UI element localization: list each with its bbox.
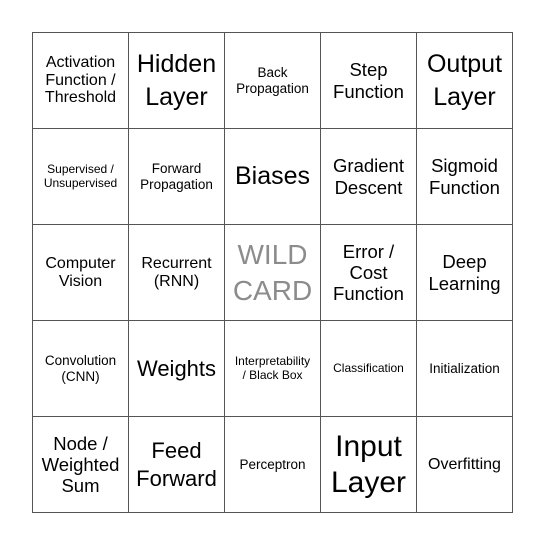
cell-text: Classification <box>333 360 404 375</box>
bingo-cell[interactable]: Biases <box>225 129 321 225</box>
cell-text: Recurrent (RNN) <box>141 254 212 290</box>
cell-text: Back Propagation <box>236 65 309 96</box>
bingo-cell[interactable]: Step Function <box>321 33 417 129</box>
bingo-cell[interactable]: Deep Learning <box>417 225 513 321</box>
wild-card-cell[interactable]: WILD CARD <box>225 225 321 321</box>
bingo-cell[interactable]: Perceptron <box>225 417 321 513</box>
cell-text: Convolution (CNN) <box>44 353 117 384</box>
cell-text: Feed Forward <box>136 438 217 491</box>
bingo-cell[interactable]: Forward Propagation <box>129 129 225 225</box>
cell-text: Forward Propagation <box>140 161 213 192</box>
bingo-cell[interactable]: Interpretability / Black Box <box>225 321 321 417</box>
cell-text: Computer Vision <box>45 254 116 290</box>
cell-text: Gradient Descent <box>333 155 404 198</box>
cell-text: Activation Function / Threshold <box>44 53 117 107</box>
cell-text: Overfitting <box>428 455 501 473</box>
bingo-cell[interactable]: Weights <box>129 321 225 417</box>
bingo-cell[interactable]: Recurrent (RNN) <box>129 225 225 321</box>
bingo-cell[interactable]: Initialization <box>417 321 513 417</box>
bingo-cell[interactable]: Output Layer <box>417 33 513 129</box>
cell-text: Output Layer <box>426 50 503 111</box>
cell-text: Sigmoid Function <box>429 155 500 198</box>
wild-card-text: WILD CARD <box>232 238 313 306</box>
bingo-cell[interactable]: Overfitting <box>417 417 513 513</box>
cell-text: Biases <box>234 162 311 191</box>
cell-text: Deep Learning <box>428 251 501 294</box>
bingo-cell[interactable]: Hidden Layer <box>129 33 225 129</box>
cell-text: Input Layer <box>330 429 407 499</box>
bingo-cell[interactable]: Computer Vision <box>33 225 129 321</box>
bingo-cell[interactable]: Classification <box>321 321 417 417</box>
cell-text: Node / Weighted Sum <box>41 432 120 497</box>
cell-text: Error / Cost Function <box>333 240 404 305</box>
bingo-cell[interactable]: Feed Forward <box>129 417 225 513</box>
cell-text: Initialization <box>429 360 500 376</box>
bingo-cell[interactable]: Activation Function / Threshold <box>33 33 129 129</box>
cell-text: Supervised / Unsupervised <box>43 162 118 190</box>
bingo-cell[interactable]: Supervised / Unsupervised <box>33 129 129 225</box>
cell-text: Interpretability / Black Box <box>234 354 311 382</box>
cell-text: Hidden Layer <box>136 50 217 111</box>
bingo-cell[interactable]: Input Layer <box>321 417 417 513</box>
bingo-cell[interactable]: Sigmoid Function <box>417 129 513 225</box>
bingo-cell[interactable]: Error / Cost Function <box>321 225 417 321</box>
bingo-cell[interactable]: Back Propagation <box>225 33 321 129</box>
cell-text: Weights <box>136 355 217 381</box>
cell-text: Step Function <box>333 59 404 102</box>
bingo-cell[interactable]: Convolution (CNN) <box>33 321 129 417</box>
cell-text: Perceptron <box>239 456 306 472</box>
bingo-cell[interactable]: Node / Weighted Sum <box>33 417 129 513</box>
bingo-board: Activation Function / Threshold Hidden L… <box>32 32 513 513</box>
bingo-cell[interactable]: Gradient Descent <box>321 129 417 225</box>
